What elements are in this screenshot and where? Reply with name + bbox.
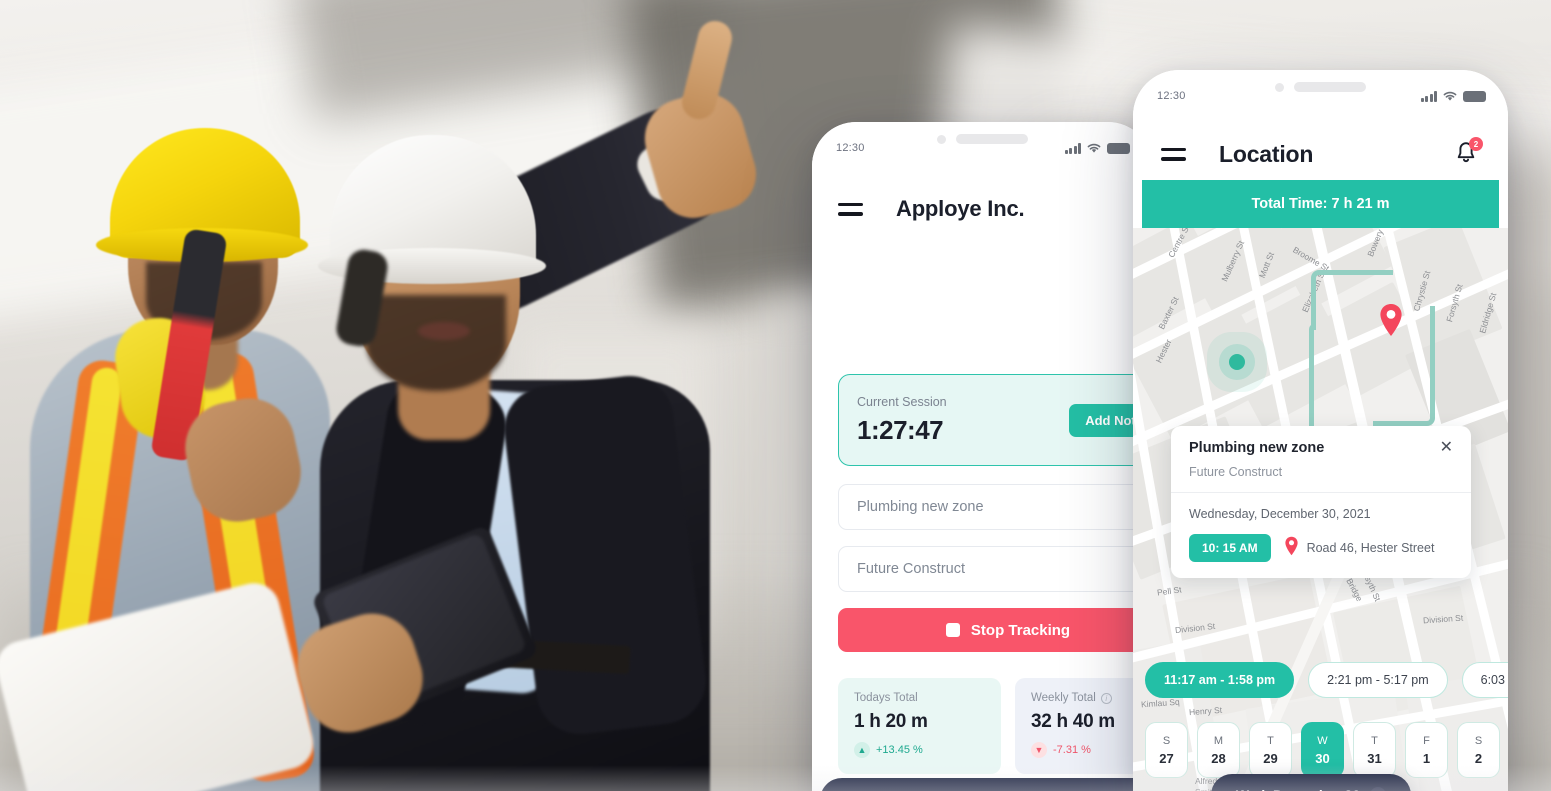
- location-app-bar: Location 2: [1133, 126, 1508, 182]
- todays-total-value: 1 h 20 m: [854, 711, 928, 732]
- session-chip[interactable]: 2:21 pm - 5:17 pm: [1308, 662, 1448, 698]
- status-icons: [1420, 90, 1486, 102]
- session-chips-row: 11:17 am - 1:58 pm 2:21 pm - 5:17 pm 6:0…: [1145, 662, 1508, 698]
- todays-total-card: Todays Total 1 h 20 m ▲ +13.45 %: [838, 678, 1001, 774]
- todays-total-delta: ▲ +13.45 %: [854, 742, 985, 758]
- day-cell[interactable]: S 27: [1145, 722, 1188, 778]
- day-of-week: F: [1423, 734, 1430, 747]
- current-location-dot: [1229, 354, 1245, 370]
- info-card-header-row: Plumbing new zone ✕: [1189, 440, 1453, 457]
- location-info-card: Plumbing new zone ✕ Future Construct Wed…: [1171, 426, 1471, 578]
- status-icons: [1064, 142, 1130, 154]
- notification-bell-icon[interactable]: 2: [1454, 137, 1483, 168]
- hamburger-menu-icon[interactable]: [1161, 147, 1187, 161]
- day-of-week: W: [1317, 734, 1328, 747]
- battery-icon: [1107, 142, 1130, 154]
- weekly-total-card: Weekly Total i 32 h 40 m ▼ -7.31 %: [1015, 678, 1152, 774]
- total-time-bar: Total Time: 7 h 21 m: [1142, 180, 1499, 228]
- day-of-week: M: [1213, 734, 1224, 747]
- day-number: 30: [1315, 750, 1330, 766]
- phone-mockup-apploye: 12:30 Apploye Inc. Current Session 1:27:…: [812, 122, 1152, 791]
- day-number: 2: [1474, 750, 1483, 766]
- todays-total-label: Todays Total: [854, 692, 918, 704]
- apploye-screen: 12:30 Apploye Inc. Current Session 1:27:…: [812, 122, 1152, 791]
- task-field[interactable]: Plumbing new zone: [838, 484, 1152, 530]
- status-time: 12:30: [836, 142, 865, 154]
- current-session-card: Current Session 1:27:47 Add Note: [838, 374, 1152, 466]
- day-selector-strip: S 27 M 28 T 29 W 30 T 31 F 1 S 2: [1145, 722, 1500, 778]
- info-card-header: Plumbing new zone ✕ Future Construct: [1171, 426, 1471, 492]
- info-card-body: Wednesday, December 30, 2021 10: 15 AM R…: [1171, 492, 1471, 578]
- signal-bars-icon: [1064, 142, 1081, 154]
- day-number: 1: [1422, 750, 1431, 766]
- phone-mockup-location: 12:30 Location 2 Total Time: 7 h 21 m Ce…: [1133, 70, 1508, 791]
- tracked-route-path: [1309, 324, 1319, 436]
- worker-white-helmet-beard: [366, 295, 506, 391]
- totals-row: Todays Total 1 h 20 m ▲ +13.45 % Weekly …: [838, 678, 1152, 774]
- weekly-total-label-text: Weekly Total: [1031, 692, 1096, 704]
- location-map[interactable]: Centre St Mulberry St Mott St Elizabeth …: [1133, 228, 1508, 791]
- chevron-down-icon: [1370, 787, 1387, 791]
- day-cell[interactable]: S 2: [1457, 722, 1500, 778]
- todays-total-delta-text: +13.45 %: [876, 744, 923, 756]
- page-title: Location: [1219, 140, 1314, 167]
- close-icon[interactable]: ✕: [1440, 440, 1453, 456]
- session-chip[interactable]: 11:17 am - 1:58 pm: [1145, 662, 1295, 698]
- day-of-week: S: [1474, 734, 1483, 747]
- info-icon[interactable]: i: [1100, 692, 1112, 704]
- day-number: 31: [1367, 750, 1382, 766]
- info-card-time-chip[interactable]: 10: 15 AM: [1189, 534, 1271, 562]
- day-cell[interactable]: M 28: [1197, 722, 1240, 778]
- session-chip[interactable]: 6:03 pm - 6:2: [1461, 662, 1508, 698]
- location-screen: 12:30 Location 2 Total Time: 7 h 21 m Ce…: [1133, 70, 1508, 791]
- date-selector-pill[interactable]: Wed, December 30: [1211, 774, 1411, 791]
- day-of-week: S: [1162, 734, 1171, 747]
- day-cell[interactable]: T 29: [1249, 722, 1292, 778]
- info-card-address: Road 46, Hester Street: [1306, 541, 1435, 555]
- app-bar: Apploye Inc.: [812, 180, 1152, 238]
- notification-badge: 2: [1469, 137, 1483, 151]
- stop-tracking-label: Stop Tracking: [970, 621, 1071, 639]
- day-cell-selected[interactable]: W 30: [1301, 722, 1344, 778]
- day-number: 28: [1211, 750, 1226, 766]
- info-card-address-row: Road 46, Hester Street: [1284, 536, 1435, 561]
- trend-down-icon: ▼: [1031, 742, 1047, 758]
- trend-up-icon: ▲: [854, 742, 870, 758]
- wifi-icon: [1087, 143, 1101, 154]
- weekly-total-delta-text: -7.31 %: [1053, 744, 1091, 756]
- date-selector-label: Wed, December 30: [1236, 787, 1360, 791]
- project-field[interactable]: Future Construct: [838, 546, 1152, 592]
- status-time: 12:30: [1157, 90, 1186, 102]
- worker-white-helmet-mouth: [418, 322, 470, 340]
- tasks-overview-sheet: Tasks Overview Plumbing old zone Future …: [820, 778, 1152, 791]
- current-session-info: Current Session 1:27:47: [857, 395, 1069, 446]
- page-title: Apploye Inc.: [896, 196, 1025, 221]
- battery-icon: [1463, 90, 1486, 102]
- info-card-subtitle: Future Construct: [1189, 465, 1283, 479]
- status-bar-right: 12:30: [1157, 90, 1486, 102]
- wifi-icon: [1443, 91, 1457, 102]
- signal-bars-icon: [1420, 90, 1437, 102]
- map-pin-icon: [1284, 536, 1299, 561]
- stop-square-icon: [945, 623, 960, 637]
- hamburger-menu-icon[interactable]: [838, 202, 864, 216]
- current-session-label: Current Session: [857, 394, 947, 409]
- status-bar: 12:30: [836, 142, 1130, 154]
- stop-tracking-button[interactable]: Stop Tracking: [838, 608, 1152, 652]
- current-session-timer: 1:27:47: [857, 414, 944, 445]
- map-pin-icon[interactable]: [1378, 303, 1404, 337]
- day-of-week: T: [1267, 734, 1274, 747]
- day-cell[interactable]: F 1: [1405, 722, 1448, 778]
- info-card-detail-row: 10: 15 AM Road 46, Hester Street: [1189, 534, 1453, 562]
- info-card-title: Plumbing new zone: [1189, 440, 1325, 456]
- day-of-week: T: [1371, 734, 1378, 747]
- info-card-date: Wednesday, December 30, 2021: [1189, 507, 1371, 521]
- day-number: 29: [1263, 750, 1278, 766]
- day-number: 27: [1159, 750, 1174, 766]
- day-cell[interactable]: T 31: [1353, 722, 1396, 778]
